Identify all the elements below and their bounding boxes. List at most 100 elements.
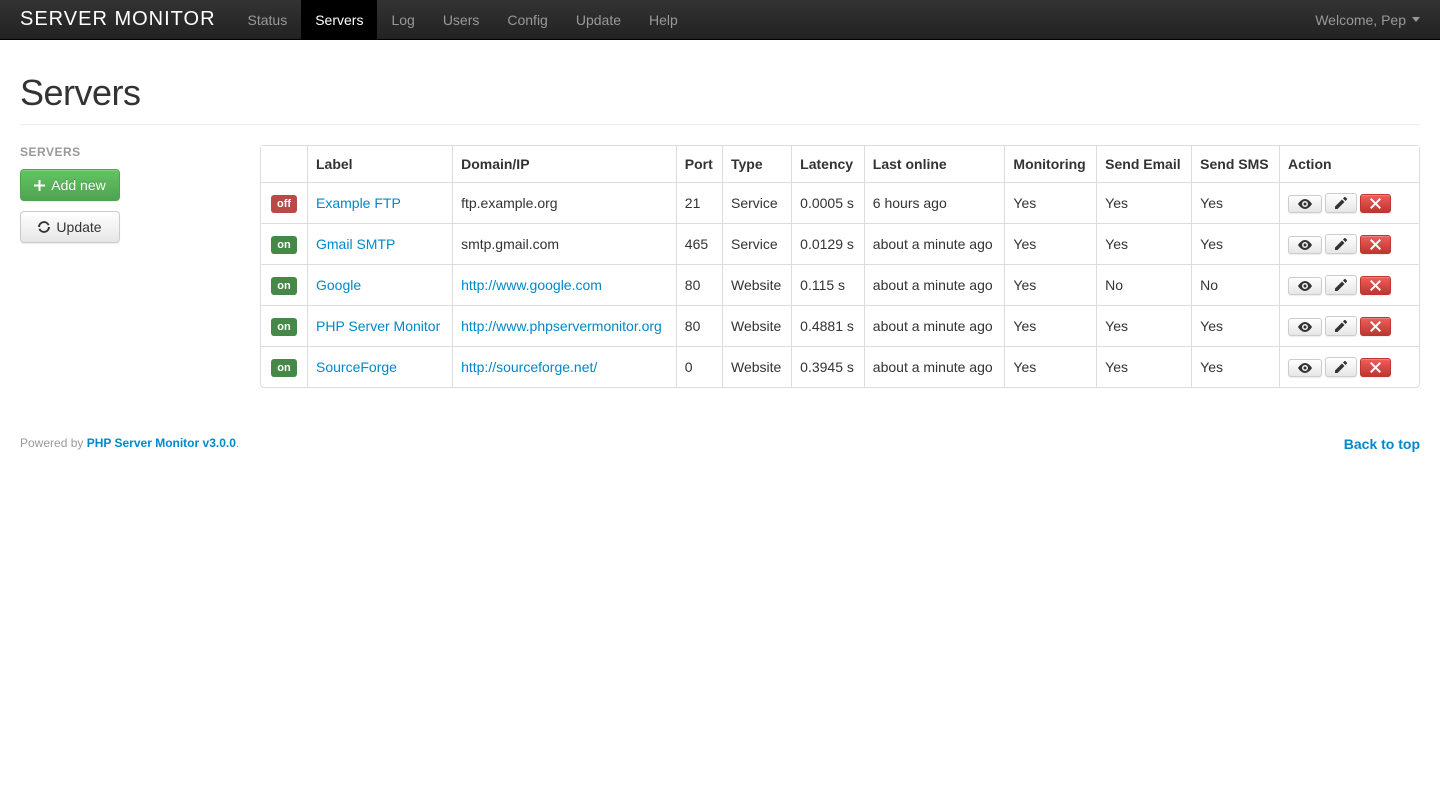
status-badge: on: [271, 318, 296, 336]
user-menu[interactable]: Welcome, Pep: [1315, 12, 1420, 28]
nav-link[interactable]: Users: [429, 0, 494, 40]
brand[interactable]: SERVER MONITOR: [20, 8, 216, 31]
cell-latency: 0.4881 s: [791, 305, 864, 346]
cell-monitoring: Yes: [1004, 223, 1096, 264]
eye-icon: [1298, 322, 1312, 332]
nav-item-config[interactable]: Config: [493, 0, 561, 39]
nav-link[interactable]: Update: [562, 0, 635, 40]
nav-link[interactable]: Log: [377, 0, 428, 40]
server-label-link[interactable]: PHP Server Monitor: [316, 318, 440, 334]
caret-down-icon: [1412, 17, 1420, 22]
add-new-button[interactable]: Add new: [20, 169, 120, 201]
navbar: SERVER MONITOR StatusServersLogUsersConf…: [0, 0, 1440, 40]
server-label-link[interactable]: Gmail SMTP: [316, 236, 395, 252]
domain-link[interactable]: http://sourceforge.net/: [461, 359, 597, 375]
powered-by-text: Powered by: [20, 436, 87, 450]
cell-domain: smtp.gmail.com: [452, 223, 676, 264]
cell-status: on: [261, 346, 307, 387]
cell-monitoring: Yes: [1004, 305, 1096, 346]
welcome-text: Welcome, Pep: [1315, 12, 1406, 28]
eye-icon: [1298, 240, 1312, 250]
nav-item-status[interactable]: Status: [234, 0, 302, 39]
cell-label: SourceForge: [307, 346, 452, 387]
close-icon: [1370, 362, 1381, 373]
view-button[interactable]: [1288, 195, 1322, 213]
cell-label: PHP Server Monitor: [307, 305, 452, 346]
status-badge: on: [271, 277, 296, 295]
view-button[interactable]: [1288, 277, 1322, 295]
servers-table: Label Domain/IP Port Type Latency Last o…: [260, 145, 1420, 388]
refresh-icon: [38, 221, 50, 233]
table-row: onSourceForgehttp://sourceforge.net/0Web…: [261, 346, 1419, 387]
nav-link[interactable]: Servers: [301, 0, 377, 40]
layout: SERVERS Add new Update Label: [20, 145, 1420, 388]
plus-icon: [34, 180, 45, 191]
eye-icon: [1298, 199, 1312, 209]
pencil-icon: [1335, 197, 1347, 209]
col-send-email: Send Email: [1096, 146, 1191, 182]
update-button[interactable]: Update: [20, 211, 120, 243]
domain-link[interactable]: http://www.google.com: [461, 277, 602, 293]
view-button[interactable]: [1288, 318, 1322, 336]
view-button[interactable]: [1288, 236, 1322, 254]
table-row: offExample FTPftp.example.org21Service0.…: [261, 182, 1419, 223]
status-badge: on: [271, 236, 296, 254]
edit-button[interactable]: [1325, 275, 1357, 295]
cell-monitoring: Yes: [1004, 346, 1096, 387]
main: Label Domain/IP Port Type Latency Last o…: [260, 145, 1420, 388]
sidebar-heading: SERVERS: [20, 145, 240, 159]
delete-button[interactable]: [1360, 276, 1391, 295]
back-to-top-link[interactable]: Back to top: [1344, 436, 1420, 452]
nav-item-servers[interactable]: Servers: [301, 0, 377, 39]
delete-button[interactable]: [1360, 194, 1391, 213]
cell-send-email: Yes: [1096, 223, 1191, 264]
cell-send-sms: Yes: [1191, 223, 1279, 264]
edit-button[interactable]: [1325, 357, 1357, 377]
nav-item-users[interactable]: Users: [429, 0, 494, 39]
cell-type: Website: [722, 305, 791, 346]
delete-button[interactable]: [1360, 235, 1391, 254]
delete-button[interactable]: [1360, 317, 1391, 336]
pencil-icon: [1335, 279, 1347, 291]
cell-type: Service: [722, 223, 791, 264]
cell-port: 80: [676, 305, 722, 346]
server-label-link[interactable]: SourceForge: [316, 359, 397, 375]
server-label-link[interactable]: Example FTP: [316, 195, 401, 211]
cell-domain: http://www.google.com: [452, 264, 676, 305]
view-button[interactable]: [1288, 359, 1322, 377]
cell-latency: 0.0005 s: [791, 182, 864, 223]
col-status: [261, 146, 307, 182]
pencil-icon: [1335, 361, 1347, 373]
nav-link[interactable]: Status: [234, 0, 302, 40]
domain-link[interactable]: http://www.phpservermonitor.org: [461, 318, 662, 334]
cell-label: Example FTP: [307, 182, 452, 223]
page-header: Servers: [20, 72, 1420, 125]
eye-icon: [1298, 363, 1312, 373]
cell-send-sms: Yes: [1191, 346, 1279, 387]
nav-item-update[interactable]: Update: [562, 0, 635, 39]
col-action: Action: [1279, 146, 1419, 182]
nav-item-help[interactable]: Help: [635, 0, 692, 39]
product-link[interactable]: PHP Server Monitor v3.0.0: [87, 436, 236, 450]
nav-link[interactable]: Help: [635, 0, 692, 40]
cell-status: off: [261, 182, 307, 223]
cell-latency: 0.115 s: [791, 264, 864, 305]
close-icon: [1370, 321, 1381, 332]
cell-send-sms: Yes: [1191, 182, 1279, 223]
edit-button[interactable]: [1325, 193, 1357, 213]
table-row: onGmail SMTPsmtp.gmail.com465Service0.01…: [261, 223, 1419, 264]
server-label-link[interactable]: Google: [316, 277, 361, 293]
table-body: offExample FTPftp.example.org21Service0.…: [261, 182, 1419, 387]
nav-link[interactable]: Config: [493, 0, 561, 40]
cell-latency: 0.0129 s: [791, 223, 864, 264]
cell-type: Website: [722, 346, 791, 387]
page-title: Servers: [20, 72, 1420, 114]
cell-action: [1279, 182, 1419, 223]
col-type: Type: [722, 146, 791, 182]
edit-button[interactable]: [1325, 316, 1357, 336]
nav-item-log[interactable]: Log: [377, 0, 428, 39]
delete-button[interactable]: [1360, 358, 1391, 377]
cell-status: on: [261, 264, 307, 305]
cell-send-email: No: [1096, 264, 1191, 305]
edit-button[interactable]: [1325, 234, 1357, 254]
